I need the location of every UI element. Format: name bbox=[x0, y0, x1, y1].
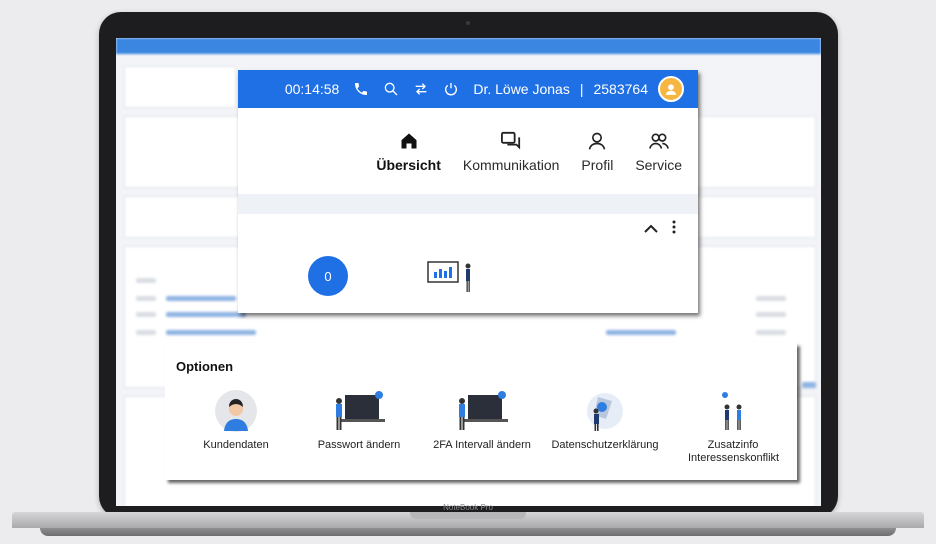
option-zusatzinfo[interactable]: Zusatzinfo Interessenskonflikt bbox=[673, 387, 793, 465]
power-icon[interactable] bbox=[443, 81, 459, 97]
separator: | bbox=[579, 81, 584, 97]
search-icon[interactable] bbox=[383, 81, 399, 97]
phone-icon[interactable] bbox=[353, 81, 369, 97]
laptop-base-bottom bbox=[40, 528, 896, 536]
option-kundendaten[interactable]: Kundendaten bbox=[176, 387, 296, 452]
dashboard-illustration-icon bbox=[426, 260, 478, 299]
chat-icon bbox=[500, 129, 522, 153]
background-text bbox=[136, 330, 156, 335]
option-label: 2FA Intervall ändern bbox=[433, 439, 531, 451]
background-text bbox=[136, 278, 156, 283]
background-text bbox=[756, 312, 786, 317]
laptop-base: NoteBook Pro bbox=[0, 503, 936, 544]
option-label: Datenschutzerklärung bbox=[551, 439, 659, 451]
transfer-icon[interactable] bbox=[413, 81, 429, 97]
background-link bbox=[166, 296, 236, 301]
option-2fa-intervall[interactable]: 2FA Intervall ändern bbox=[422, 387, 542, 452]
more-vertical-icon[interactable] bbox=[672, 220, 676, 239]
background-app-header bbox=[116, 38, 821, 54]
home-icon bbox=[399, 129, 419, 153]
laptop-person-icon bbox=[329, 387, 389, 435]
option-label: Kundendaten bbox=[203, 439, 269, 451]
background-link bbox=[606, 330, 676, 335]
background-text bbox=[136, 296, 156, 301]
option-label: Passwort ändern bbox=[317, 439, 401, 451]
background-text bbox=[756, 296, 786, 301]
laptop-person-icon bbox=[452, 387, 512, 435]
camera-dot bbox=[466, 21, 470, 25]
background-link bbox=[166, 330, 256, 335]
option-datenschutzerklaerung[interactable]: Datenschutzerklärung bbox=[545, 387, 665, 452]
laptop-brand: NoteBook Pro bbox=[443, 503, 493, 512]
main-nav: Übersicht Kommunikation Profil Service bbox=[238, 108, 698, 194]
nav-label: Profil bbox=[581, 157, 614, 173]
session-timer: 00:14:58 bbox=[284, 81, 340, 97]
people-discussion-icon bbox=[711, 387, 755, 435]
header-card: 00:14:58 Dr. Löwe Jonas | 2583764 Übersi… bbox=[238, 70, 698, 313]
count-badge[interactable]: 0 bbox=[308, 256, 348, 296]
laptop-notch bbox=[410, 512, 526, 519]
person-avatar-icon bbox=[214, 387, 258, 435]
background-logo-panel bbox=[124, 66, 236, 108]
background-link bbox=[802, 382, 816, 388]
privacy-illustration-icon bbox=[580, 387, 630, 435]
option-label: Zusatzinfo Interessenskonflikt bbox=[688, 439, 780, 464]
option-passwort-aendern[interactable]: Passwort ändern bbox=[299, 387, 419, 452]
nav-item-service[interactable]: Service bbox=[635, 129, 682, 173]
nav-label: Service bbox=[635, 157, 682, 173]
section-divider bbox=[238, 194, 698, 214]
user-icon bbox=[587, 129, 607, 153]
nav-label: Kommunikation bbox=[462, 157, 560, 173]
nav-item-uebersicht[interactable]: Übersicht bbox=[376, 129, 441, 173]
section-controls bbox=[644, 220, 676, 239]
background-text bbox=[756, 330, 786, 335]
nav-item-kommunikation[interactable]: Kommunikation bbox=[462, 129, 560, 173]
chevron-up-icon[interactable] bbox=[644, 221, 658, 239]
nav-item-profil[interactable]: Profil bbox=[581, 129, 613, 173]
options-card: Optionen Kundendaten Passwort ändern 2FA… bbox=[165, 343, 797, 480]
background-link bbox=[166, 312, 246, 317]
avatar[interactable] bbox=[658, 76, 684, 102]
people-icon bbox=[648, 129, 670, 153]
user-name: Dr. Löwe Jonas bbox=[473, 81, 570, 97]
options-title: Optionen bbox=[176, 359, 234, 374]
customer-number: 2583764 bbox=[593, 81, 648, 97]
nav-label: Übersicht bbox=[376, 157, 441, 173]
top-bar: 00:14:58 Dr. Löwe Jonas | 2583764 bbox=[238, 70, 698, 108]
background-text bbox=[136, 312, 156, 317]
